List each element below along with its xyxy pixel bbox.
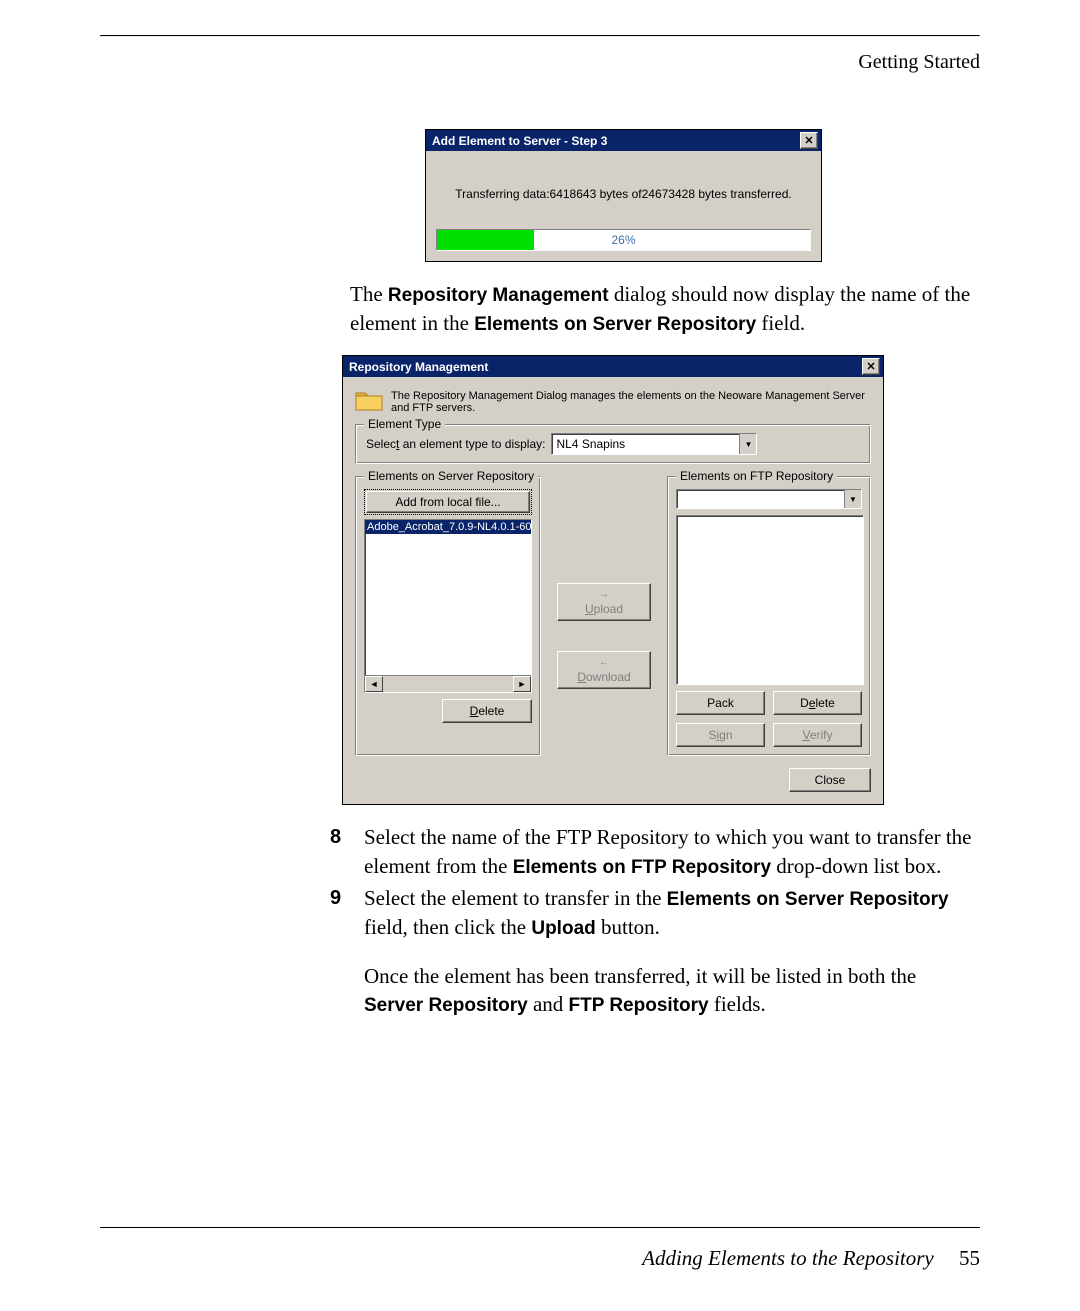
arrow-left-icon: ← [599,657,609,668]
server-repository-listbox[interactable]: Adobe_Acrobat_7.0.9-NL4.0.1-60 ◄ ► [364,519,532,693]
scroll-right-icon[interactable]: ► [513,676,531,692]
repository-management-titlebar: Repository Management ✕ [343,356,883,377]
close-button[interactable]: Close [789,768,871,792]
page-footer: Adding Elements to the Repository 55 [100,1227,980,1271]
add-from-local-file-wrapper: Add from local file... [364,489,532,515]
server-delete-button[interactable]: Delete [442,699,532,723]
horizontal-scrollbar[interactable]: ◄ ► [365,675,531,692]
element-type-select-label: Select an element type to display: [366,437,545,451]
element-type-group: Element Type Select an element type to d… [355,424,871,464]
download-button[interactable]: ← Download [557,651,651,689]
repository-management-dialog: Repository Management ✕ The Repository M… [342,355,884,805]
add-element-dialog-title: Add Element to Server - Step 3 [432,134,607,148]
top-rule [100,35,980,37]
transfer-status-text: Transferring data:6418643 bytes of246734… [436,187,811,201]
ftp-repository-group: Elements on FTP Repository ▼ Pack Delete… [667,476,871,756]
footer-title: Adding Elements to the Repository [642,1246,934,1270]
step-number: 8 [330,823,364,880]
sign-button[interactable]: Sign [676,723,765,747]
step-body: Select the name of the FTP Repository to… [364,823,980,880]
ftp-delete-button[interactable]: Delete [773,691,862,715]
folder-icon [355,387,383,416]
page-header: Getting Started [100,51,980,74]
transfer-buttons-column: → Upload ← Download [557,476,651,756]
add-element-dialog: Add Element to Server - Step 3 ✕ Transfe… [425,129,822,262]
progress-bar-track: 26% [436,229,811,251]
pack-button[interactable]: Pack [676,691,765,715]
close-icon[interactable]: ✕ [800,132,818,149]
scroll-left-icon[interactable]: ◄ [365,676,383,692]
repository-management-title: Repository Management [349,360,488,374]
element-type-select[interactable]: NL4 Snapins ▼ [551,433,757,455]
chevron-down-icon: ▼ [739,434,756,454]
chevron-down-icon: ▼ [844,490,861,508]
server-repository-group: Elements on Server Repository Add from l… [355,476,541,756]
page-number: 55 [959,1246,980,1270]
dialog-description: The Repository Management Dialog manages… [391,390,871,414]
verify-button[interactable]: Verify [773,723,862,747]
ftp-repository-listbox[interactable] [676,515,864,685]
add-from-local-file-button[interactable]: Add from local file... [366,491,530,513]
step-number: 9 [330,884,364,1018]
body-paragraph: The Repository Management dialog should … [350,280,980,337]
instruction-steps: 8 Select the name of the FTP Repository … [330,823,980,1018]
progress-percent-label: 26% [437,230,810,250]
list-item[interactable]: Adobe_Acrobat_7.0.9-NL4.0.1-60 [365,520,531,534]
upload-button[interactable]: → Upload [557,583,651,621]
add-element-dialog-titlebar: Add Element to Server - Step 3 ✕ [426,130,821,151]
arrow-right-icon: → [599,589,609,600]
ftp-repository-select[interactable]: ▼ [676,489,862,509]
step-body: Select the element to transfer in the El… [364,884,980,1018]
close-icon[interactable]: ✕ [862,358,880,375]
